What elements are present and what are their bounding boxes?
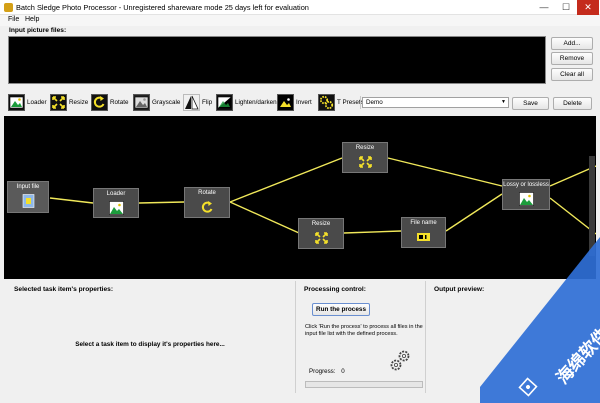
properties-label: Selected task item's properties:	[14, 286, 114, 293]
node-resize-top[interactable]: Resize	[342, 142, 388, 173]
edge-rotate-resize-top	[229, 157, 343, 203]
lighten-darken-icon	[216, 94, 233, 111]
properties-panel: Selected task item's properties: Select …	[4, 281, 296, 393]
processing-label: Processing control:	[304, 286, 366, 293]
processing-panel: Processing control: Run the process Clic…	[300, 281, 426, 393]
remove-file-button[interactable]: Remove	[551, 52, 593, 65]
preview-label: Output preview:	[434, 286, 485, 293]
preset-select[interactable]: Demo ▼	[362, 97, 509, 108]
resize-icon	[358, 156, 372, 168]
tool-label: Invert	[296, 99, 312, 106]
node-label: File name	[410, 220, 437, 226]
menu-file[interactable]: File	[8, 16, 19, 23]
title-bar: Batch Sledge Photo Processor - Unregiste…	[0, 0, 600, 15]
node-file-name[interactable]: File name	[401, 217, 446, 248]
grayscale-icon	[133, 94, 150, 111]
maximize-button[interactable]: ☐	[555, 0, 577, 15]
input-file-list[interactable]	[8, 36, 546, 84]
node-label: Lossy or lossless	[503, 182, 549, 188]
rotate-icon	[91, 94, 108, 111]
node-lossy-or-lossless[interactable]: Lossy or lossless	[502, 179, 550, 210]
tool-label: Grayscale	[152, 99, 181, 106]
watermark-shape: 海绵软件	[480, 237, 600, 403]
progress-row: Progress: 0	[309, 368, 345, 375]
node-label: Input file	[16, 184, 40, 190]
properties-hint: Select a task item to display it's prope…	[75, 341, 225, 348]
window-title: Batch Sledge Photo Processor - Unregiste…	[16, 3, 309, 12]
input-files-label: Input picture files:	[9, 27, 67, 34]
edge-resize-filename	[343, 230, 402, 234]
flip-icon	[183, 94, 200, 111]
node-input-file[interactable]: Input file	[7, 181, 49, 213]
edge-filename-lossy	[445, 193, 503, 232]
tool-label: Loader	[27, 99, 47, 106]
loader-icon	[8, 94, 25, 111]
edge-input-loader	[49, 197, 94, 204]
chevron-down-icon: ▼	[501, 99, 506, 105]
tool-label: Flip	[202, 99, 213, 106]
clear-all-button[interactable]: Clear all	[551, 68, 593, 81]
processing-description: Click 'Run the process' to process all f…	[305, 324, 423, 338]
lossy-lossless-icon	[518, 192, 534, 206]
node-resize-bottom[interactable]: Resize	[298, 218, 344, 249]
node-rotate[interactable]: Rotate	[184, 187, 230, 218]
menu-help[interactable]: Help	[25, 16, 39, 23]
input-file-icon	[22, 194, 34, 208]
progress-bar	[305, 381, 423, 388]
rotate-icon	[201, 201, 212, 213]
node-label: Resize	[311, 221, 331, 227]
loader-icon	[108, 201, 124, 215]
tool-label: Lighten/darken	[235, 99, 277, 106]
tool-label: Rotate	[110, 99, 129, 106]
resize-icon	[50, 94, 67, 111]
resize-icon	[314, 232, 328, 244]
run-process-button[interactable]: Run the process	[312, 303, 370, 316]
minimize-button[interactable]: —	[533, 0, 555, 15]
progress-label: Progress:	[309, 368, 336, 375]
gears-icon	[390, 350, 410, 371]
node-label: Rotate	[198, 190, 216, 196]
app-icon	[4, 3, 13, 12]
node-loader[interactable]: Loader	[93, 188, 139, 218]
add-files-button[interactable]: Add...	[551, 37, 593, 50]
node-label: Loader	[106, 191, 126, 197]
toolbar-divider	[360, 96, 361, 109]
delete-preset-button[interactable]: Delete	[553, 97, 592, 110]
node-label: Resize	[355, 145, 375, 151]
preset-value: Demo	[366, 99, 383, 106]
edge-loader-rotate	[138, 201, 185, 204]
watermark-logo: 海绵软件	[480, 237, 600, 403]
menu-bar: File Help	[0, 15, 600, 26]
invert-icon	[277, 94, 294, 111]
close-button[interactable]: ✕	[577, 0, 599, 15]
save-preset-button[interactable]: Save	[512, 97, 549, 110]
tool-label: Resize	[69, 99, 89, 106]
progress-value: 0	[341, 368, 345, 375]
edge-resize-lossy	[387, 157, 503, 187]
gear-cluster-icon	[318, 94, 335, 111]
edge-rotate-resize-bottom	[229, 201, 300, 234]
file-name-icon	[417, 233, 430, 241]
